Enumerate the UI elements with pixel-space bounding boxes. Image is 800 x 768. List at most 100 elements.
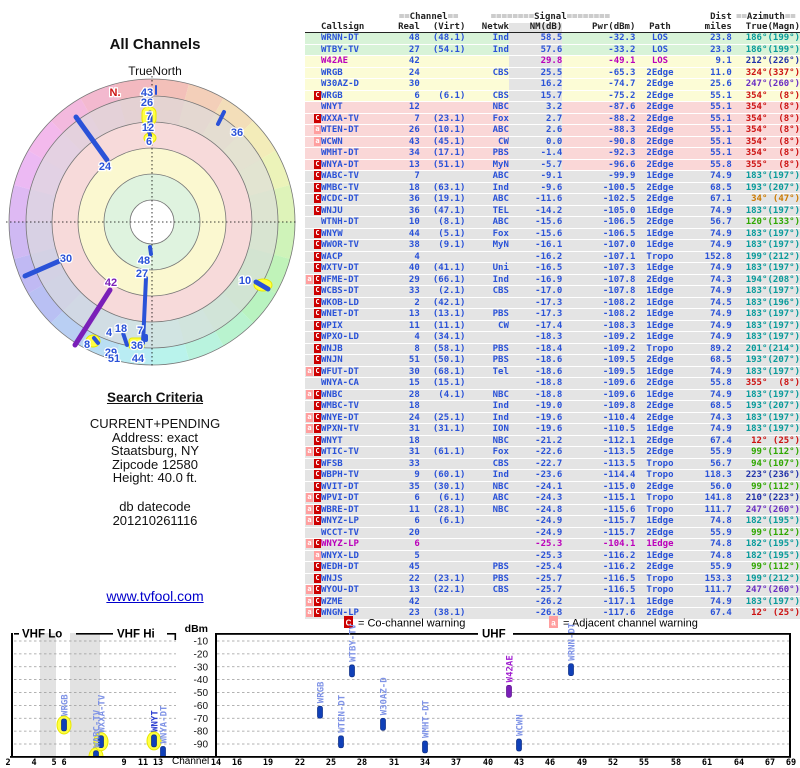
uhf-top-border — [217, 633, 478, 635]
co-channel-badge: C — [314, 447, 321, 456]
channel-axis-label: Channel — [172, 756, 209, 767]
co-channel-badge: C — [314, 435, 321, 445]
station-callsign-label: WXXA-TV — [98, 694, 108, 733]
station-marker — [317, 705, 323, 719]
co-channel-badge: C — [314, 343, 321, 353]
channel-label: 18 — [115, 323, 127, 335]
channel-label: 4 — [106, 327, 113, 339]
db-datecode-value: 201210261116 — [112, 513, 198, 528]
station-callsign-label: WRGB — [317, 681, 327, 703]
table-row: a C WPXN-TV 31 (31.1) ION -19.6 -110.5 1Edge 74.9… — [305, 423, 800, 435]
table-row: a C WFUT-DT 30 (68.1) Tel -18.6 -109.5 1Edge 74.9… — [305, 366, 800, 378]
channel-tick-label: 2 — [5, 758, 10, 768]
channel-tick-label: 34 — [420, 758, 430, 768]
table-row: C WXTV-DT 40 (41.1) Uni -16.5 -107.3 1Edge 74.9 1… — [305, 262, 800, 274]
channel-label: 8 — [84, 339, 90, 351]
channel-tick-label: 31 — [389, 758, 399, 768]
station-marker — [380, 717, 386, 731]
co-channel-badge: C — [314, 274, 321, 284]
table-row: C WACP 4 -16.2 -107.1 Tropo 152.8 199° (212°) — [305, 251, 800, 263]
uhf-label: UHF — [482, 629, 506, 641]
channel-label: 44 — [132, 353, 145, 365]
channel-label: 36 — [231, 127, 243, 139]
channel-tick-label: 28 — [357, 758, 367, 768]
uhf-top-border — [513, 633, 789, 635]
channel-label: 51 — [108, 353, 120, 365]
table-row: a C WFME-DT 29 (66.1) Ind -16.9 -107.8 2Edge 74.3… — [305, 274, 800, 286]
azimuth-polar-plot: N. 43267126362430424827104 18 7829513644 — [6, 76, 298, 368]
table-row: C WWOR-TV 38 (9.1) MyN -16.1 -107.0 1Edge 74.9 18… — [305, 239, 800, 251]
table-row: W30AZ-D 30 16.2 -74.7 2Edge 25.6 247° (260°) — [305, 78, 800, 90]
co-channel-badge: C — [314, 401, 321, 410]
table-row: C WMBC-TV 18 (63.1) Ind -9.6 -100.5 2Edge 68.5 19… — [305, 182, 800, 194]
table-row: WTBY-TV 27 (54.1) Ind 57.6 -33.2 LOS 23.8 186° (1… — [305, 44, 800, 56]
co-channel-badge: C — [314, 412, 321, 422]
adjacent-channel-badge: a — [306, 424, 313, 433]
co-channel-badge: C — [314, 240, 321, 249]
table-row: C WPXO-LD 4 (34.1) -18.3 -109.2 1Edge 74.9 183°(… — [305, 331, 800, 343]
adjacent-channel-legend-text: = Adjacent channel warning — [563, 618, 698, 630]
table-row: C WNJN 51 (50.1) PBS -18.6 -109.5 2Edge 68.5 193°… — [305, 354, 800, 366]
co-channel-badge: C — [314, 205, 321, 215]
vhf-hi-label: VHF Hi — [117, 629, 155, 641]
dbm-tick-label: -20 — [194, 649, 209, 660]
adjacent-channel-badge: a — [306, 596, 313, 606]
table-row: a C WTIC-TV 31 (61.1) Fox -22.6 -113.5 2Edge 55.9… — [305, 446, 800, 458]
channel-tick-label: 52 — [608, 758, 618, 768]
table-row: C WCDC-DT 36 (19.1) ABC -11.6 -102.5 2Edge 67.1 3… — [305, 193, 800, 205]
co-channel-badge: C — [314, 182, 321, 192]
channel-tick-label: 61 — [702, 758, 712, 768]
channel-tick-label: 5 — [51, 758, 56, 768]
co-channel-legend-text: = Co-channel warning — [358, 618, 465, 630]
table-row: C WRGB 6 (6.1) CBS 15.7 -75.2 2Edge 55.1 354° (8°) — [305, 90, 800, 102]
table-row: C WCBS-DT 33 (2.1) CBS -17.0 -107.8 1Edge 74.9 18… — [305, 285, 800, 297]
adjacent-channel-badge: a — [306, 504, 313, 514]
band-gap-shading — [40, 633, 56, 756]
co-channel-badge: C — [314, 493, 321, 502]
signal-table: ==Channel== ========Signal======== Dist ==A… — [305, 12, 800, 620]
station-marker — [506, 684, 512, 698]
station-marker — [151, 734, 157, 748]
channel-label: 6 — [146, 136, 152, 148]
channel-tick-label: 43 — [514, 758, 524, 768]
co-channel-badge: C — [314, 263, 321, 272]
table-row: a C WNYE-DT 24 (25.1) Ind -19.6 -110.4 2Edge 74.3… — [305, 412, 800, 424]
search-zipcode: Zipcode 12580 — [111, 456, 198, 472]
station-markers — [317, 663, 574, 754]
channel-label: 10 — [239, 275, 251, 287]
station-marker — [338, 735, 344, 749]
tvfool-link[interactable]: www.tvfool.com — [106, 588, 203, 604]
dbm-tick-label: -30 — [194, 662, 209, 673]
vhf-top-border — [14, 633, 19, 635]
table-row: C WNYW 44 (5.1) Fox -15.6 -106.5 1Edge 74.9 183°(… — [305, 228, 800, 240]
channel-tick-label: 6 — [61, 758, 66, 768]
channel-tick-label: 67 — [765, 758, 775, 768]
dbm-tick-label: -10 — [194, 637, 209, 648]
co-channel-badge: C — [314, 562, 321, 571]
site-link-wrap: www.tvfool.com — [0, 588, 310, 604]
adjacent-channel-badge: a — [306, 274, 313, 284]
channel-label: 42 — [105, 277, 117, 289]
tvfool-report-page: { "polar": { "title": "All Channels", "n… — [0, 0, 800, 768]
station-marker — [516, 738, 522, 752]
station-callsign-label: WNYA-DT — [160, 705, 170, 744]
table-row: WRGB 24 CBS 25.5 -65.3 2Edge 11.0 324° (337°) — [305, 67, 800, 79]
table-row: C WXXA-TV 7 (23.1) Fox 2.7 -88.2 2Edge 55.1 354°(… — [305, 113, 800, 125]
adjacent-channel-badge: a — [306, 389, 313, 399]
station-marker — [568, 663, 574, 677]
dbm-tick-label: -90 — [194, 740, 209, 751]
station-callsign-label: WRNN-DT — [568, 622, 578, 661]
adjacent-channel-badge: a — [306, 585, 313, 594]
table-row: a WCWN 43 (45.1) CW 0.0 -90.8 2Edge 55.1 354° (8°) — [305, 136, 800, 148]
co-channel-badge: C — [314, 90, 321, 100]
co-channel-badge: C — [314, 286, 321, 295]
table-row: W42AE 42 29.8 -49.1 LOS 9.1 212° (226°) — [305, 55, 800, 67]
co-channel-badge: C — [314, 481, 321, 491]
table-row: WTNH-DT 10 (8.1) ABC -15.6 -106.5 2Edge 56.7 120… — [305, 216, 800, 228]
table-row: a WTEN-DT 26 (10.1) ABC 2.6 -88.3 2Edge 55.1 354°… — [305, 124, 800, 136]
station-marker — [61, 718, 67, 732]
channel-label: 7 — [137, 325, 143, 337]
channel-tick-label: 58 — [671, 758, 681, 768]
db-datecode-block: db datecode 201210261116 — [0, 500, 310, 528]
db-datecode-label: db datecode — [119, 499, 191, 514]
